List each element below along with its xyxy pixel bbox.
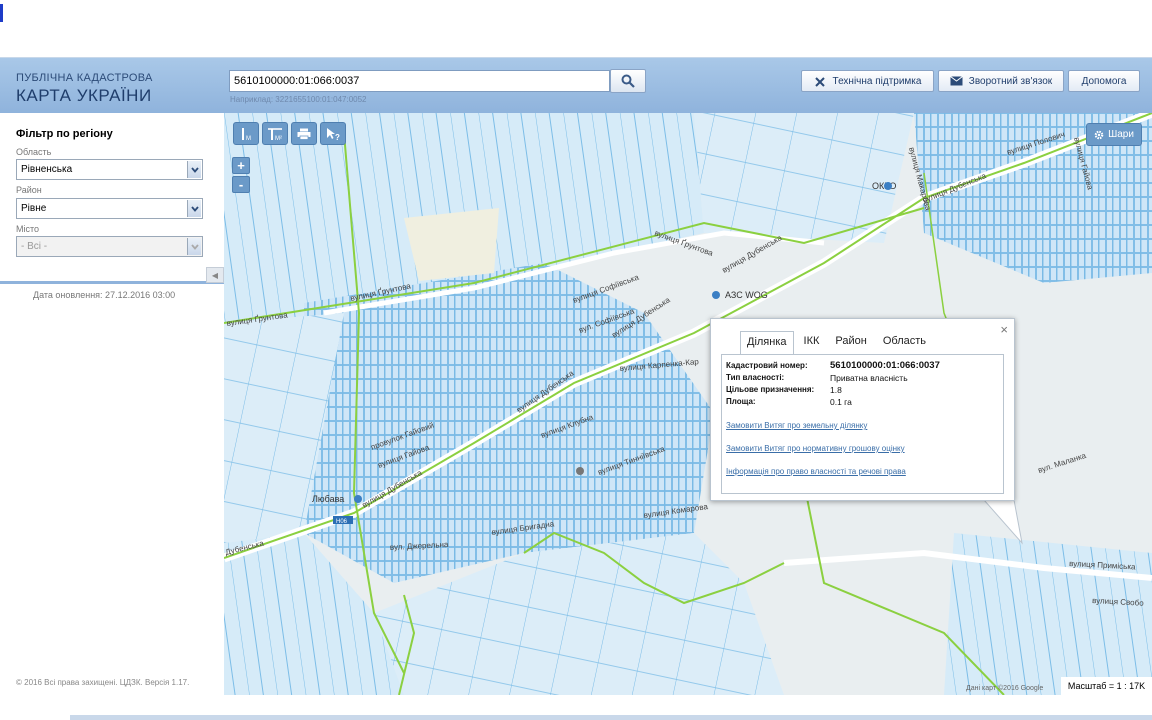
window-edge-marker: [0, 4, 3, 22]
poi-icon: [576, 467, 584, 475]
map-label-azs: АЗС WOG: [725, 290, 768, 300]
open-field: [404, 208, 499, 281]
gear-icon: [1094, 130, 1104, 139]
pointer-question-icon: ?: [327, 127, 340, 141]
collapse-sidebar-button[interactable]: ◀: [206, 267, 224, 283]
chevron-down-icon: [187, 200, 201, 217]
info-key: Кадастровий номер:: [726, 361, 808, 370]
region-select[interactable]: Рівненська: [16, 159, 203, 180]
info-value: 1.8: [830, 385, 842, 395]
layers-button[interactable]: Шари: [1086, 123, 1142, 146]
help-button[interactable]: Допомога: [1068, 70, 1140, 92]
region-filter-panel: Фільтр по регіону Область Рівненська Рай…: [0, 113, 224, 284]
order-valuation-extract-link[interactable]: Замовити Витяг про нормативну грошову оц…: [726, 444, 905, 453]
city-select: - Всі -: [16, 236, 203, 257]
search-hint: Наприклад: 3221655100:01:047:0052: [230, 95, 367, 104]
map-label-lyubava: Любава: [312, 494, 344, 504]
zoom-out-button[interactable]: -: [232, 176, 250, 193]
info-key: Тип власності:: [726, 373, 785, 382]
chevron-down-icon: [187, 161, 201, 178]
cadastral-map[interactable]: ОККО АЗС WOG Любава H06 вулиця Ґрунтова …: [224, 113, 1152, 695]
info-key: Цільове призначення:: [726, 385, 815, 394]
close-icon[interactable]: ×: [1000, 322, 1008, 337]
chevron-down-icon: [187, 238, 201, 255]
printer-icon: [297, 128, 311, 140]
svg-text:M: M: [246, 136, 251, 141]
ruler-icon: M: [242, 127, 251, 141]
map-label-h06: H06: [336, 519, 348, 525]
map-credits: Дані карт ©2016 Google: [966, 685, 1044, 692]
app-header: ПУБЛІЧНА КАДАСТРОВА КАРТА УКРАЇНИ Наприк…: [0, 57, 1152, 113]
info-value: 0.1 га: [830, 397, 852, 407]
svg-text:?: ?: [335, 133, 340, 141]
district-select[interactable]: Рівне: [16, 198, 203, 219]
sidebar: Фільтр по регіону Область Рівненська Рай…: [0, 113, 224, 720]
area-measure-icon: M²: [268, 127, 282, 141]
tools-icon: [814, 76, 825, 87]
ownership-info-link[interactable]: Інформація про право власності та речові…: [726, 467, 906, 476]
zoom-control: + -: [232, 157, 250, 193]
tech-support-button[interactable]: Технічна підтримка: [801, 70, 934, 92]
measure-distance-button[interactable]: M: [233, 122, 259, 145]
popup-content: Кадастровий номер: 5610100000:01:066:003…: [721, 354, 1004, 494]
tab-region[interactable]: Область: [877, 331, 932, 355]
search-button[interactable]: [610, 69, 646, 93]
info-value: 5610100000:01:066:0037: [830, 360, 940, 371]
layers-label: Шари: [1108, 129, 1134, 140]
tab-district[interactable]: Район: [829, 331, 872, 355]
district-label: Район: [16, 185, 42, 195]
region-select-value: Рівненська: [21, 164, 73, 175]
footer-bar: [70, 715, 1152, 720]
parcel-info-popup: × Ділянка ІКК Район Область Кадастровий …: [710, 318, 1015, 501]
district-select-value: Рівне: [21, 203, 47, 214]
city-label: Місто: [16, 224, 40, 234]
feedback-button[interactable]: Зворотний зв'язок: [938, 70, 1064, 92]
print-button[interactable]: [291, 122, 317, 145]
chevron-left-icon: ◀: [211, 270, 219, 280]
feedback-label: Зворотний зв'язок: [968, 75, 1053, 87]
order-parcel-extract-link[interactable]: Замовити Витяг про земельну ділянку: [726, 421, 867, 430]
region-label: Область: [16, 147, 52, 157]
update-date: Дата оновлення: 27.12.2016 03:00: [33, 290, 176, 300]
brand-line-2: КАРТА УКРАЇНИ: [16, 86, 152, 105]
search-icon: [621, 74, 635, 88]
identify-button[interactable]: ?: [320, 122, 346, 145]
filter-title: Фільтр по регіону: [16, 128, 113, 140]
info-value: Приватна власність: [830, 373, 908, 383]
brand-line-1: ПУБЛІЧНА КАДАСТРОВА: [16, 72, 153, 84]
measure-area-button[interactable]: M²: [262, 122, 288, 145]
copyright: © 2016 Всі права захищені. ЦДЗК. Версія …: [16, 678, 190, 687]
tech-support-label: Технічна підтримка: [832, 75, 922, 87]
poi-icon: [712, 291, 720, 299]
map-scale: Масштаб = 1 : 17K: [1061, 677, 1152, 695]
envelope-icon: [949, 76, 963, 86]
city-select-value: - Всі -: [21, 241, 48, 252]
cadastral-search-input[interactable]: [229, 70, 610, 92]
info-key: Площа:: [726, 397, 756, 406]
popup-tabs: Ділянка ІКК Район Область: [740, 331, 936, 355]
svg-text:M²: M²: [275, 136, 282, 141]
zoom-in-button[interactable]: +: [232, 157, 250, 174]
tab-ikk[interactable]: ІКК: [798, 331, 826, 355]
tab-parcel[interactable]: Ділянка: [740, 331, 794, 355]
poi-icon: [884, 182, 892, 190]
top-blank-area: [0, 0, 1152, 57]
map-toolbar: M M² ?: [233, 122, 346, 145]
help-label: Допомога: [1081, 75, 1127, 87]
